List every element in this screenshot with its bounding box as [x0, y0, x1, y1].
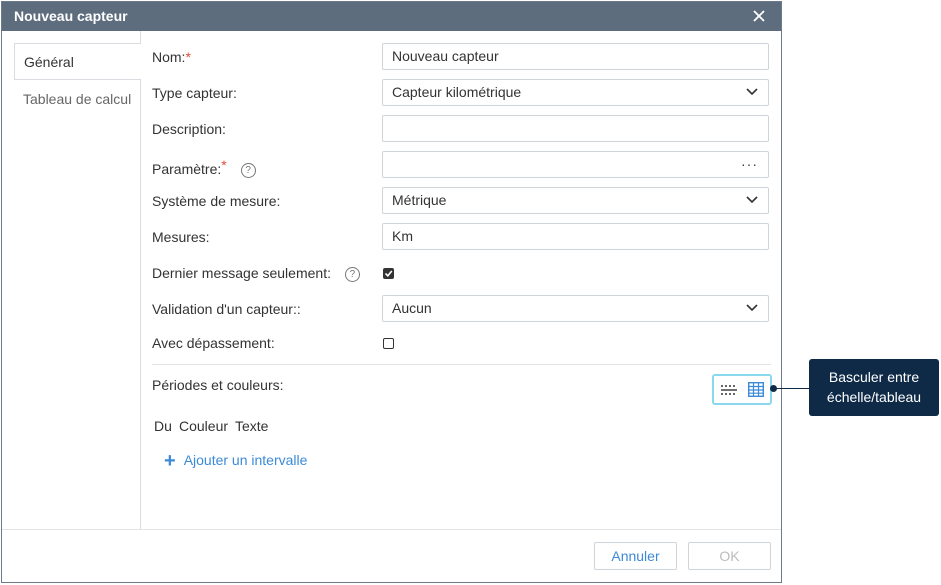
name-field[interactable]: Nouveau capteur — [382, 43, 769, 70]
general-form: Nom:* Nouveau capteur Type capteur: Capt… — [152, 31, 772, 530]
last-message-label: Dernier message seulement: — [152, 265, 331, 281]
add-interval-link[interactable]: + Ajouter un intervalle — [164, 450, 307, 473]
tab-general[interactable]: Général — [14, 43, 141, 80]
callout-connector — [773, 388, 809, 389]
column-from: Du — [154, 418, 172, 434]
units-label: Mesures: — [152, 229, 210, 245]
required-mark: * — [185, 49, 191, 65]
check-icon — [384, 270, 393, 277]
chevron-down-icon — [746, 196, 758, 204]
type-label: Type capteur: — [152, 85, 237, 101]
cancel-button[interactable]: Annuler — [594, 542, 677, 570]
callout-dot — [770, 385, 777, 392]
help-icon[interactable]: ? — [240, 163, 256, 178]
name-value: Nouveau capteur — [392, 48, 499, 64]
chevron-down-icon — [746, 88, 758, 96]
name-label-row: Nom:* — [152, 49, 191, 65]
column-color: Couleur — [179, 418, 229, 434]
section-divider — [152, 364, 771, 365]
add-interval-label: Ajouter un intervalle — [183, 452, 308, 468]
measure-system-label: Système de mesure: — [152, 193, 281, 209]
overflow-checkbox[interactable] — [383, 338, 394, 349]
tab-calculation-table[interactable]: Tableau de calcul — [14, 81, 140, 118]
dialog-titlebar: Nouveau capteur — [2, 2, 781, 31]
measure-system-value: Métrique — [392, 192, 447, 208]
measure-system-select[interactable]: Métrique — [382, 187, 769, 214]
table-view-icon[interactable] — [748, 382, 764, 397]
dialog-title: Nouveau capteur — [14, 8, 128, 24]
close-icon[interactable] — [751, 8, 767, 24]
parameter-label-row: Paramètre:* ? — [152, 157, 256, 178]
validation-value: Aucun — [392, 300, 432, 316]
required-mark: * — [221, 157, 227, 173]
more-options-icon[interactable]: ··· — [741, 152, 758, 177]
dialog-footer: Annuler OK — [2, 529, 781, 582]
scale-view-icon[interactable] — [720, 383, 738, 397]
scale-table-toggle[interactable] — [712, 374, 772, 405]
chevron-down-icon — [746, 304, 758, 312]
units-value: Km — [392, 228, 413, 244]
plus-icon: + — [164, 450, 176, 472]
column-text: Texte — [235, 418, 269, 434]
parameter-label: Paramètre: — [152, 161, 222, 177]
validation-select[interactable]: Aucun — [382, 295, 769, 322]
callout-tooltip: Basculer entre échelle/tableau — [809, 359, 939, 416]
description-label: Description: — [152, 121, 226, 137]
description-field[interactable] — [382, 115, 769, 142]
sensor-dialog: Nouveau capteur Général Tableau de calcu… — [1, 1, 782, 583]
type-select[interactable]: Capteur kilométrique — [382, 79, 769, 106]
ok-button[interactable]: OK — [688, 542, 771, 570]
validation-label: Validation d'un capteur:: — [152, 301, 301, 317]
parameter-field[interactable]: ··· — [382, 151, 769, 178]
last-message-label-row: Dernier message seulement: ? — [152, 265, 360, 282]
units-field[interactable]: Km — [382, 223, 769, 250]
name-label: Nom: — [152, 49, 186, 65]
type-value: Capteur kilométrique — [392, 84, 522, 100]
overflow-label: Avec dépassement: — [152, 335, 275, 351]
help-icon[interactable]: ? — [344, 267, 360, 282]
callout-line-2: échelle/tableau — [826, 389, 922, 405]
last-message-checkbox[interactable] — [383, 268, 394, 279]
periods-label: Périodes et couleurs: — [152, 377, 284, 393]
callout-line-1: Basculer entre — [828, 369, 920, 385]
tab-sidebar: Général Tableau de calcul — [2, 31, 141, 530]
